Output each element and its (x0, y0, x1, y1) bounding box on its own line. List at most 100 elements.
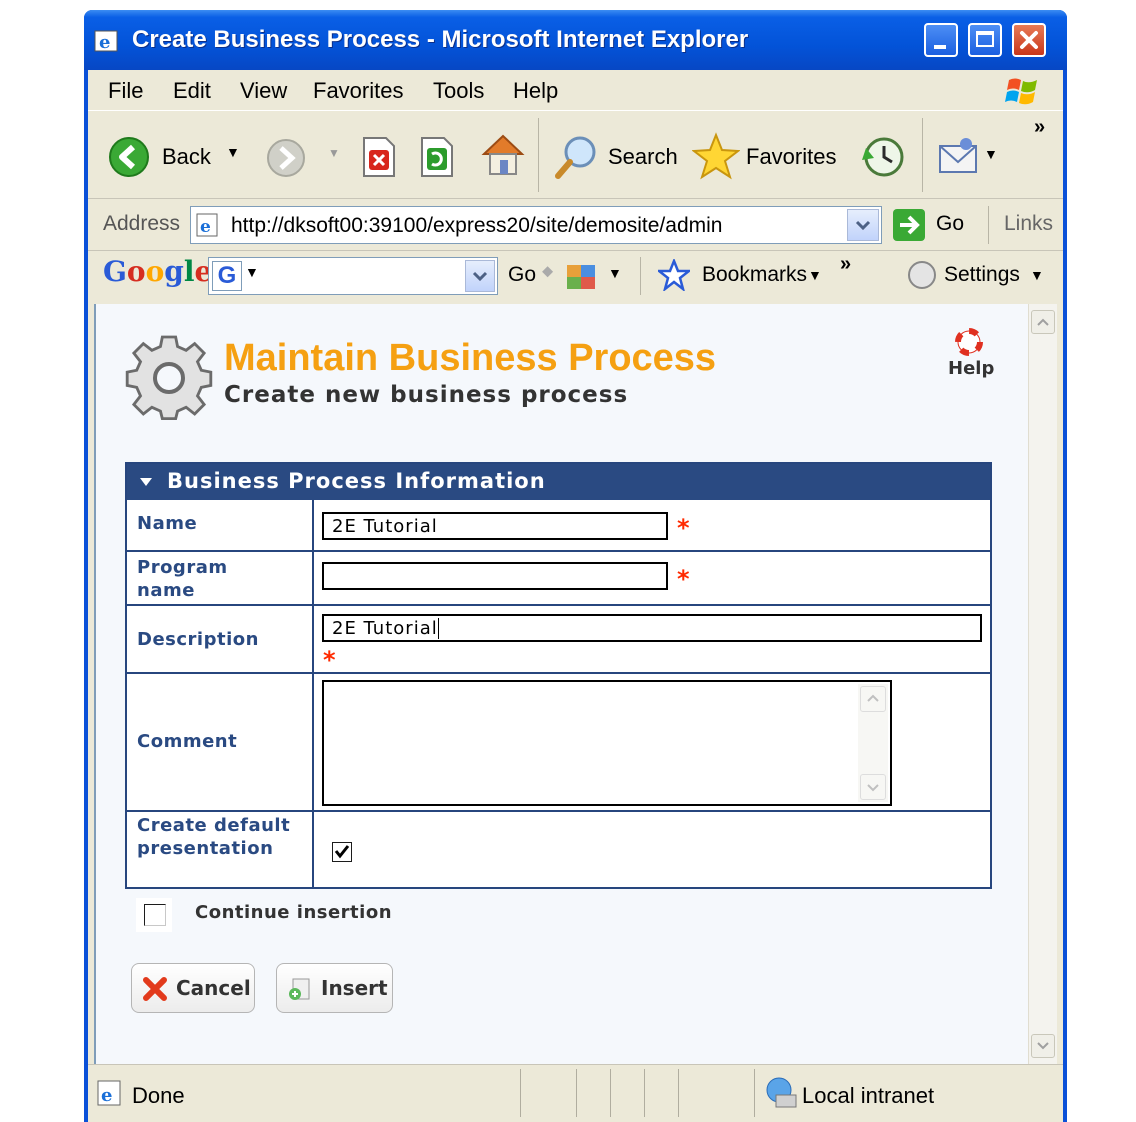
google-chevron[interactable]: » (840, 253, 851, 276)
maximize-button[interactable] (968, 23, 1002, 57)
default-presentation-label: Create default presentation (137, 815, 291, 859)
menu-tools[interactable]: Tools (433, 78, 484, 104)
checkmark-icon (334, 845, 350, 859)
continue-insertion-checkbox[interactable] (144, 904, 166, 926)
comment-scrollbar[interactable] (858, 684, 888, 802)
search-label: Search (608, 144, 678, 169)
settings-label: Settings (944, 263, 1020, 286)
insert-icon (289, 978, 310, 1000)
refresh-icon[interactable] (418, 136, 456, 178)
row-divider (312, 500, 314, 550)
chevron-down-icon (855, 220, 871, 231)
menu-help[interactable]: Help (513, 78, 558, 104)
home-icon[interactable] (480, 132, 526, 178)
program-name-input[interactable] (322, 562, 668, 590)
insert-button[interactable]: Insert (276, 963, 393, 1013)
google-logo[interactable]: Google (103, 255, 212, 288)
description-input[interactable]: 2E Tutorial​ (322, 614, 982, 642)
program-name-row: Program name * (127, 552, 990, 606)
svg-text:e: e (99, 32, 110, 53)
back-button[interactable]: Back ▼ (108, 136, 240, 184)
menu-favorites[interactable]: Favorites (313, 78, 403, 104)
standard-toolbar: Back ▼ ▼ Search Favorites ▼ » (88, 112, 1063, 199)
chevron-down-icon (472, 271, 488, 282)
stop-icon[interactable] (360, 136, 398, 178)
status-divider (644, 1069, 645, 1117)
puzzle-dropdown-icon[interactable]: ▼ (608, 265, 622, 281)
google-g-dropdown-icon[interactable]: ▼ (245, 264, 259, 280)
address-label: Address (103, 212, 181, 235)
cancel-button[interactable]: Cancel (131, 963, 255, 1013)
help-link[interactable]: Help (948, 358, 994, 379)
cancel-x-icon (143, 977, 167, 1001)
favorites-star-icon (691, 132, 741, 180)
vertical-scrollbar[interactable] (1028, 304, 1057, 1064)
comment-textarea[interactable] (322, 680, 892, 806)
favorites-button[interactable]: Favorites (691, 132, 836, 186)
minimize-button[interactable] (924, 23, 958, 57)
menu-bar: File Edit View Favorites Tools Help (88, 70, 1063, 111)
address-separator (988, 206, 989, 244)
search-button[interactable]: Search (554, 134, 678, 186)
chevron-up-icon (867, 694, 879, 702)
forward-dropdown-icon: ▼ (328, 146, 340, 160)
mail-dropdown-icon[interactable]: ▼ (984, 146, 998, 162)
toolbar-chevron[interactable]: » (1034, 116, 1045, 139)
panel-title: Business Process Information (167, 469, 546, 493)
help-lifebuoy-icon[interactable] (955, 328, 983, 356)
status-divider (610, 1069, 611, 1117)
comment-scroll-down[interactable] (860, 774, 886, 800)
status-divider (754, 1069, 755, 1117)
forward-arrow-icon[interactable] (266, 138, 306, 178)
google-g-icon[interactable]: G (212, 261, 242, 291)
name-label: Name (137, 513, 198, 534)
bookmarks-button[interactable]: Bookmarks ▼ (655, 257, 822, 297)
settings-button[interactable]: Settings ▼ (906, 259, 1044, 297)
menu-file[interactable]: File (108, 78, 143, 104)
toolbar-separator (538, 118, 539, 192)
default-presentation-checkbox[interactable] (332, 842, 352, 862)
google-go-button[interactable]: Go (508, 263, 536, 287)
close-icon (1020, 31, 1038, 49)
comment-row: Comment (127, 674, 990, 812)
cancel-label: Cancel (176, 976, 251, 1000)
scroll-down-button[interactable] (1031, 1034, 1055, 1058)
links-label[interactable]: Links (1004, 212, 1053, 236)
status-divider (678, 1069, 679, 1117)
favorites-label: Favorites (746, 144, 837, 169)
panel-header[interactable]: Business Process Information (127, 464, 990, 500)
scroll-up-button[interactable] (1031, 310, 1055, 334)
name-input[interactable]: 2E Tutorial (322, 512, 668, 540)
go-button[interactable]: Go (892, 208, 964, 248)
go-label: Go (936, 212, 965, 235)
puzzle-icon[interactable] (564, 259, 598, 293)
address-dropdown-button[interactable] (847, 209, 879, 241)
google-separator-icon: ⬥ (542, 263, 554, 280)
menu-edit[interactable]: Edit (173, 78, 211, 104)
comment-label: Comment (137, 731, 238, 752)
close-button[interactable] (1012, 23, 1046, 57)
address-input[interactable]: e http://dksoft00:39100/express20/site/d… (190, 206, 882, 244)
menu-view[interactable]: View (240, 78, 287, 104)
gear-icon (125, 335, 213, 420)
page-status-icon: e (97, 1080, 121, 1106)
comment-scroll-up[interactable] (860, 686, 886, 712)
page-subtitle: Create new business process (224, 382, 629, 408)
collapse-triangle-icon (140, 478, 152, 486)
row-divider (312, 674, 314, 810)
google-dropdown-button[interactable] (465, 260, 495, 292)
page-icon: e (196, 213, 218, 237)
google-search-input[interactable]: G ▼ (208, 257, 498, 295)
back-dropdown-icon[interactable]: ▼ (226, 144, 240, 160)
google-separator (640, 257, 641, 295)
name-required-mark: * (677, 514, 690, 542)
status-text: Done (132, 1083, 185, 1108)
history-icon[interactable] (860, 134, 906, 180)
business-process-panel: Business Process Information Name 2E Tut… (125, 462, 992, 889)
mail-icon[interactable] (936, 136, 982, 178)
window-title: Create Business Process - Microsoft Inte… (132, 26, 749, 53)
settings-dropdown-icon: ▼ (1030, 267, 1044, 283)
windows-logo-icon (1005, 78, 1037, 105)
row-divider (312, 812, 314, 889)
svg-text:e: e (101, 1085, 112, 1106)
